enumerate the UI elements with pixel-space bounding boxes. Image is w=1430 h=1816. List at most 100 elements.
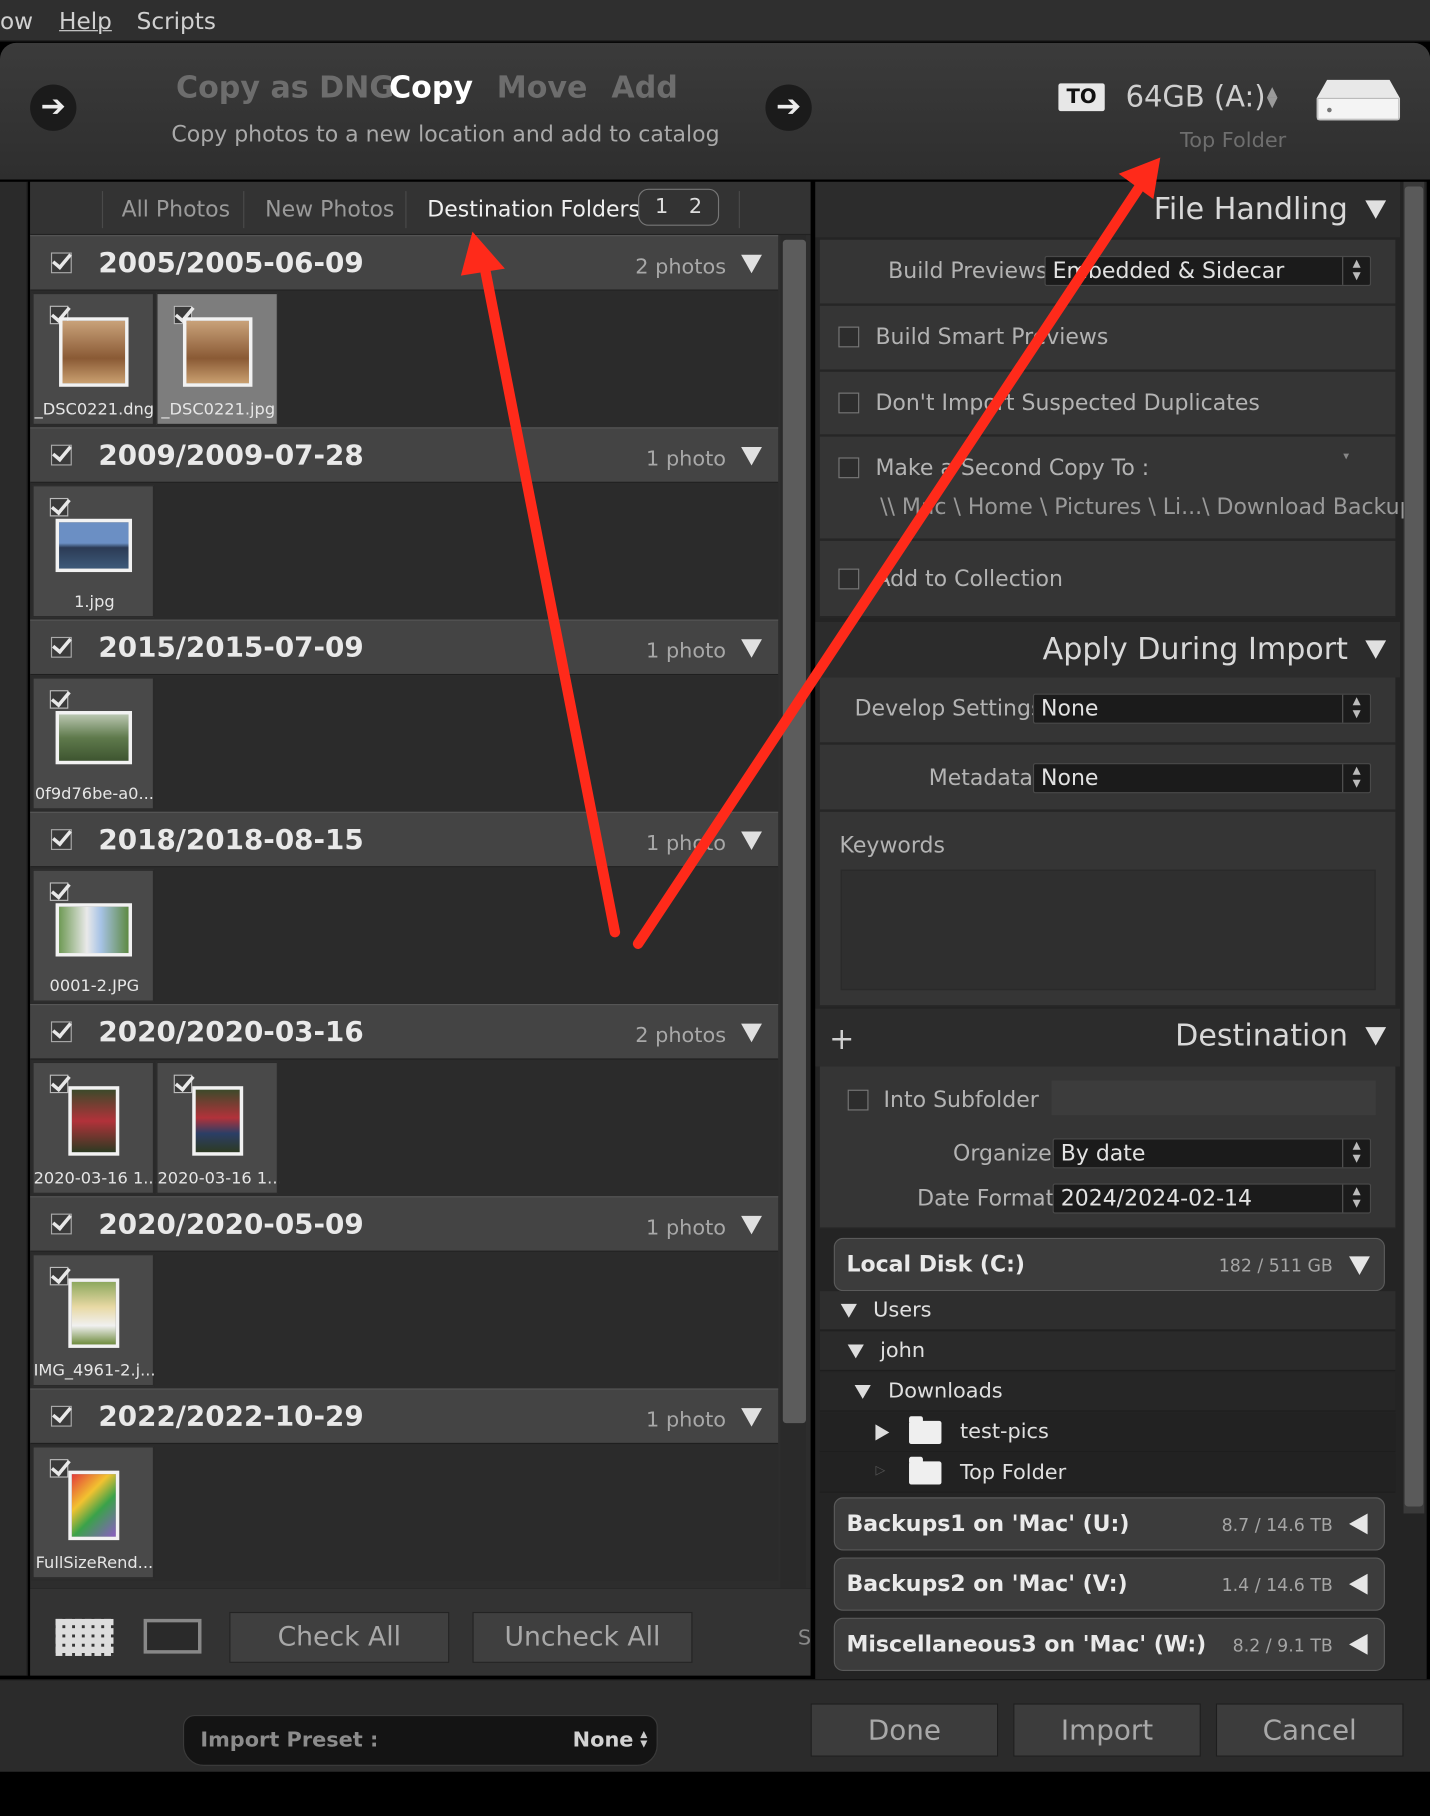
- expand-triangle-icon[interactable]: [1349, 1256, 1370, 1275]
- second-copy-dropdown-icon[interactable]: ▾: [1343, 450, 1349, 463]
- volume-local-disk[interactable]: Local Disk (C:) 182 / 511 GB: [833, 1237, 1385, 1292]
- group-checkbox[interactable]: [50, 1405, 72, 1427]
- source-arrow-icon[interactable]: ➔: [30, 84, 77, 131]
- group-checkbox[interactable]: [50, 1213, 72, 1235]
- import-button[interactable]: Import: [1013, 1703, 1201, 1757]
- photo-thumbnail[interactable]: _DSC0221.jpg: [156, 292, 278, 425]
- collapse-triangle-icon[interactable]: [741, 639, 762, 658]
- expand-triangle-icon[interactable]: [854, 1384, 871, 1399]
- into-subfolder-checkbox[interactable]: [847, 1089, 869, 1111]
- collapse-triangle-icon[interactable]: [741, 1215, 762, 1235]
- volume-miscellaneous3[interactable]: Miscellaneous3 on 'Mac' (W:) 8.2 / 9.1 T…: [833, 1617, 1385, 1671]
- destination-arrow-icon[interactable]: ➔: [765, 84, 812, 131]
- date-format-select[interactable]: 2024/2024-02-14 ▲ ▼: [1052, 1183, 1372, 1214]
- uncheck-all-button[interactable]: Uncheck All: [472, 1611, 693, 1663]
- collapse-triangle-icon[interactable]: [741, 831, 762, 850]
- photo-thumbnail[interactable]: 2020-03-16 1...: [32, 1061, 155, 1194]
- photo-thumbnail[interactable]: _DSC0221.dng: [32, 292, 154, 425]
- expand-triangle-icon[interactable]: [875, 1424, 890, 1441]
- apply-during-import-header[interactable]: Apply During Import: [815, 621, 1401, 678]
- menu-window[interactable]: ow: [0, 7, 33, 35]
- check-all-button[interactable]: Check All: [229, 1611, 450, 1663]
- duplicates-checkbox[interactable]: [838, 392, 860, 414]
- folder-row-john[interactable]: john: [819, 1331, 1396, 1372]
- settings-scrollbar-thumb[interactable]: [1404, 186, 1424, 1507]
- folder-row-test-pics[interactable]: test-pics: [819, 1412, 1396, 1453]
- collapse-triangle-icon[interactable]: [1365, 640, 1387, 659]
- folder-row-users[interactable]: Users: [819, 1291, 1396, 1331]
- mode-copy-as-dng[interactable]: Copy as DNG: [176, 71, 394, 106]
- tab-new-photos[interactable]: New Photos: [265, 197, 394, 222]
- folder-group-header[interactable]: 2020/2020-05-09 1 photo: [30, 1196, 779, 1252]
- loupe-view-icon[interactable]: [143, 1618, 202, 1654]
- second-copy-path[interactable]: \\ Mac \ Home \ Pictures \ Li...\ Downlo…: [880, 494, 1425, 519]
- group-checkbox[interactable]: [50, 829, 72, 850]
- organize-select[interactable]: By date ▲ ▼: [1052, 1138, 1372, 1169]
- folder-group-header[interactable]: 2015/2015-07-09 1 photo: [30, 619, 779, 676]
- folder-group-header[interactable]: 2022/2022-10-29 1 photo: [30, 1388, 779, 1445]
- menu-scripts[interactable]: Scripts: [137, 7, 216, 35]
- volume-backups2[interactable]: Backups2 on 'Mac' (V:) 1.4 / 14.6 TB: [833, 1557, 1385, 1611]
- subfolder-name-input[interactable]: [1051, 1080, 1376, 1116]
- group-checkbox[interactable]: [50, 636, 72, 658]
- photo-thumbnail[interactable]: FullSizeRend...: [32, 1446, 155, 1579]
- thumbnail-checkbox[interactable]: [49, 497, 69, 517]
- photo-thumbnail[interactable]: 2020-03-16 1...: [156, 1061, 279, 1194]
- develop-settings-select[interactable]: None ▲ ▼: [1032, 693, 1372, 724]
- collapse-triangle-icon[interactable]: [741, 1023, 762, 1043]
- thumbnail-checkbox[interactable]: [49, 1074, 69, 1094]
- smart-previews-checkbox[interactable]: [838, 326, 860, 348]
- collapse-triangle-icon[interactable]: [1365, 200, 1387, 219]
- grid-scrollbar-thumb[interactable]: [782, 239, 806, 1424]
- menu-help[interactable]: Help: [59, 7, 112, 35]
- build-previews-select[interactable]: Embedded & Sidecar ▲ ▼: [1044, 255, 1372, 287]
- folder-group-header[interactable]: 2005/2005-06-09 2 photos: [30, 235, 779, 291]
- collapse-triangle-icon[interactable]: [741, 446, 762, 466]
- collapse-triangle-icon[interactable]: [1349, 1633, 1368, 1655]
- done-button[interactable]: Done: [810, 1703, 999, 1757]
- volume-backups1[interactable]: Backups1 on 'Mac' (U:) 8.7 / 14.6 TB: [833, 1497, 1385, 1551]
- folder-row-top-folder[interactable]: ▷ Top Folder: [819, 1453, 1396, 1493]
- second-copy-checkbox[interactable]: [838, 457, 860, 479]
- collapse-triangle-icon[interactable]: [1365, 1027, 1387, 1046]
- destination-drive[interactable]: 64GB (A:): [1126, 80, 1266, 114]
- folder-group-header[interactable]: 2018/2018-08-15 1 photo: [30, 811, 779, 868]
- collapse-triangle-icon[interactable]: [1349, 1573, 1368, 1595]
- destination-header[interactable]: + Destination: [815, 1008, 1401, 1067]
- cancel-button[interactable]: Cancel: [1215, 1703, 1404, 1757]
- group-checkbox[interactable]: [50, 444, 72, 466]
- expand-triangle-icon[interactable]: [840, 1303, 857, 1318]
- thumbnail-checkbox[interactable]: [49, 1266, 69, 1286]
- tab-all-photos[interactable]: All Photos: [122, 197, 231, 222]
- thumbnail-checkbox[interactable]: [173, 1074, 193, 1094]
- page-selector[interactable]: 1 2: [638, 188, 720, 226]
- photo-thumbnail[interactable]: 1.jpg: [32, 485, 155, 618]
- photo-thumbnail[interactable]: IMG_4961-2.j...: [32, 1254, 155, 1387]
- collapse-triangle-icon[interactable]: [741, 254, 762, 274]
- group-checkbox[interactable]: [50, 252, 72, 274]
- folder-group-header[interactable]: 2020/2020-03-16 2 photos: [30, 1003, 779, 1060]
- collapse-triangle-icon[interactable]: [741, 1408, 762, 1427]
- import-preset-selector[interactable]: Import Preset : None ▲ ▼: [182, 1714, 658, 1766]
- collapse-triangle-icon[interactable]: [1349, 1513, 1368, 1535]
- mode-move[interactable]: Move: [497, 71, 588, 106]
- grid-view-icon[interactable]: [55, 1618, 114, 1656]
- group-checkbox[interactable]: [50, 1021, 72, 1043]
- thumbnail-checkbox[interactable]: [49, 882, 69, 901]
- mode-add[interactable]: Add: [611, 71, 677, 106]
- mode-copy[interactable]: Copy: [389, 71, 473, 106]
- tab-destination-folders[interactable]: Destination Folders: [427, 197, 640, 222]
- drive-stepper-icon[interactable]: ▲ ▼: [1267, 85, 1278, 109]
- folder-group-header[interactable]: 2009/2009-07-28 1 photo: [30, 427, 779, 483]
- photo-thumbnail[interactable]: 0f9d76be-a0...: [32, 677, 155, 810]
- photo-thumbnail[interactable]: 0001-2.JPG: [32, 869, 155, 1002]
- metadata-select[interactable]: None ▲ ▼: [1032, 763, 1372, 794]
- keywords-input[interactable]: [840, 869, 1376, 991]
- thumbnail-checkbox[interactable]: [49, 690, 69, 709]
- folder-row-downloads[interactable]: Downloads: [819, 1372, 1396, 1412]
- thumbnail-checkbox[interactable]: [49, 1459, 69, 1478]
- add-folder-icon[interactable]: +: [829, 1023, 854, 1058]
- expand-triangle-icon[interactable]: [847, 1344, 864, 1359]
- add-collection-checkbox[interactable]: [838, 568, 860, 590]
- file-handling-header[interactable]: File Handling: [815, 181, 1401, 238]
